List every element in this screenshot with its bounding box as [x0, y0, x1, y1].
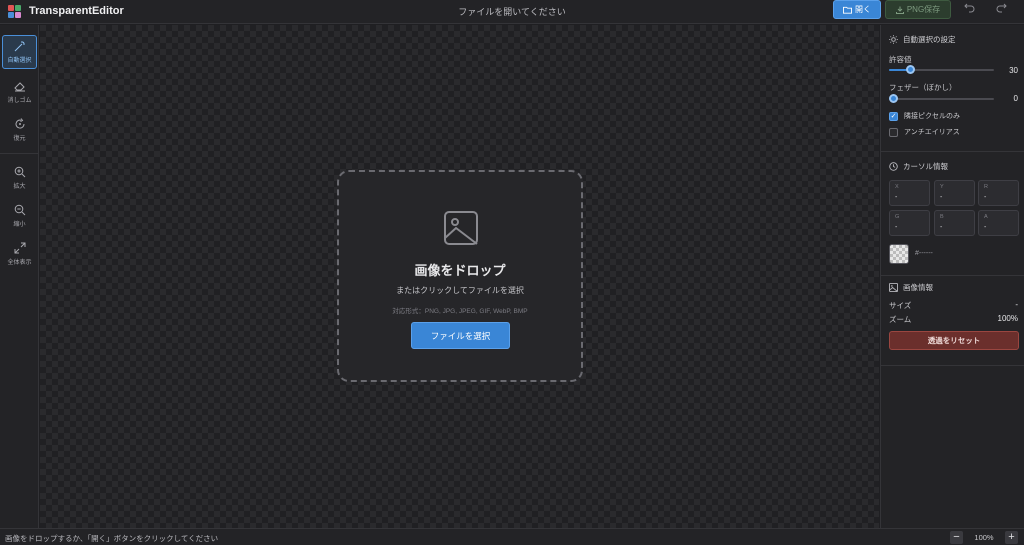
cell-value: -: [940, 194, 943, 201]
zoom-label: ズーム: [889, 315, 912, 324]
section-divider: [881, 365, 1024, 366]
tool-auto-select[interactable]: 自動選択: [2, 35, 37, 69]
download-icon: [895, 6, 904, 14]
cell-value: -: [984, 194, 987, 201]
section-title: カーソル情報: [903, 162, 948, 171]
zoom-in-icon: [14, 166, 25, 178]
checkbox-label: 隣接ピクセルのみ: [904, 113, 960, 120]
tool-label: 縮小: [13, 222, 26, 228]
zoom-out-icon: [14, 204, 25, 216]
tool-label: 自動選択: [7, 58, 32, 64]
cell-label: Y: [940, 184, 944, 190]
top-bar: TransparentEditor ファイルを開いてください 開く PNG保存: [0, 0, 1024, 24]
contiguous-checkbox[interactable]: ✓ 隣接ピクセルのみ: [889, 111, 960, 121]
cell-value: -: [984, 224, 987, 231]
color-swatch: [889, 244, 909, 264]
zoom-in-button[interactable]: +: [1005, 531, 1018, 544]
cell-label: R: [984, 184, 988, 190]
feather-label: フェザー（ぼかし）: [889, 83, 957, 92]
clock-icon: [889, 162, 898, 171]
tool-sidebar: 自動選択 消しゴム 復元 拡大 縮小 全体表示: [0, 25, 39, 528]
cursor-y-cell: Y -: [934, 180, 975, 206]
settings-panel: 自動選択の設定 許容値 30 フェザー（ぼかし） 0 ✓ 隣接ピクセルのみ アン…: [880, 25, 1024, 528]
image-info-heading: 画像情報: [889, 282, 933, 293]
cell-value: -: [895, 194, 898, 201]
section-title: 画像情報: [903, 283, 933, 292]
tool-label: 消しゴム: [7, 98, 32, 104]
section-divider: [881, 275, 1024, 276]
auto-select-heading: 自動選択の設定: [889, 34, 956, 45]
image-size-label: サイズ: [889, 301, 912, 310]
magic-wand-icon: [14, 41, 25, 52]
sun-icon: [889, 35, 898, 44]
reset-transparency-button[interactable]: 透過をリセット: [889, 331, 1019, 350]
save-button-label: PNG保存: [906, 5, 941, 14]
tool-zoom-out[interactable]: 縮小: [2, 199, 37, 233]
open-button[interactable]: 開く: [833, 0, 881, 19]
checkbox-box[interactable]: [889, 127, 898, 137]
cursor-info-heading: カーソル情報: [889, 161, 948, 172]
tool-restore[interactable]: 復元: [2, 113, 37, 147]
cell-label: X: [895, 184, 899, 190]
status-bar: 画像をドロップするか、「開く」ボタンをクリックしてください − 100% +: [0, 528, 1024, 545]
slider-track: [889, 98, 994, 100]
drop-zone-title: 画像をドロップ: [414, 263, 506, 278]
image-size-value: -: [1015, 300, 1018, 309]
restore-icon: [15, 118, 25, 129]
open-button-label: 開く: [855, 5, 871, 14]
tool-label: 復元: [13, 136, 26, 142]
cursor-a-cell: A -: [978, 210, 1019, 236]
eraser-icon: [13, 82, 25, 92]
image-icon: [889, 283, 898, 292]
cell-label: A: [984, 214, 988, 220]
tool-fit-view[interactable]: 全体表示: [2, 237, 37, 271]
cursor-x-cell: X -: [889, 180, 930, 206]
supported-formats: 対応形式：PNG, JPG, JPEG, GIF, WebP, BMP: [392, 308, 528, 315]
checkbox-box[interactable]: ✓: [889, 111, 898, 121]
zoom-level: 100%: [974, 533, 994, 542]
feather-value: 0: [1013, 94, 1018, 103]
image-placeholder-icon: [444, 211, 478, 245]
cursor-g-cell: G -: [889, 210, 930, 236]
drop-zone-subtitle: またはクリックしてファイルを選択: [396, 286, 524, 295]
tool-label: 拡大: [13, 184, 26, 190]
section-divider: [881, 151, 1024, 152]
cell-label: G: [895, 214, 900, 220]
cell-value: -: [940, 224, 943, 231]
folder-icon: [843, 6, 852, 14]
toolbar-divider: [0, 153, 39, 154]
zoom-out-button[interactable]: −: [950, 531, 963, 544]
drop-zone[interactable]: 画像をドロップ またはクリックしてファイルを選択 対応形式：PNG, JPG, …: [337, 170, 583, 382]
tolerance-value: 30: [1009, 66, 1018, 75]
tool-zoom-in[interactable]: 拡大: [2, 161, 37, 195]
tool-eraser[interactable]: 消しゴム: [2, 75, 37, 109]
undo-icon[interactable]: [962, 3, 976, 17]
section-title: 自動選択の設定: [903, 35, 956, 44]
zoom-value: 100%: [997, 314, 1018, 323]
cell-value: -: [895, 224, 898, 231]
tolerance-slider[interactable]: [889, 64, 994, 76]
cursor-b-cell: B -: [934, 210, 975, 236]
hex-color-value: #------: [915, 250, 933, 257]
status-message: 画像をドロップするか、「開く」ボタンをクリックしてください: [5, 534, 219, 543]
cursor-r-cell: R -: [978, 180, 1019, 206]
fit-view-icon: [14, 242, 25, 254]
redo-icon[interactable]: [994, 3, 1008, 17]
checkbox-label: アンチエイリアス: [904, 129, 960, 136]
save-png-button[interactable]: PNG保存: [885, 0, 951, 19]
tool-label: 全体表示: [7, 260, 32, 266]
select-file-button[interactable]: ファイルを選択: [411, 322, 510, 349]
antialias-checkbox[interactable]: アンチエイリアス: [889, 127, 960, 137]
slider-handle[interactable]: [889, 94, 898, 103]
feather-slider[interactable]: [889, 93, 994, 105]
slider-handle[interactable]: [906, 65, 915, 74]
cell-label: B: [940, 214, 944, 220]
canvas-area[interactable]: 画像をドロップ またはクリックしてファイルを選択 対応形式：PNG, JPG, …: [40, 25, 879, 528]
